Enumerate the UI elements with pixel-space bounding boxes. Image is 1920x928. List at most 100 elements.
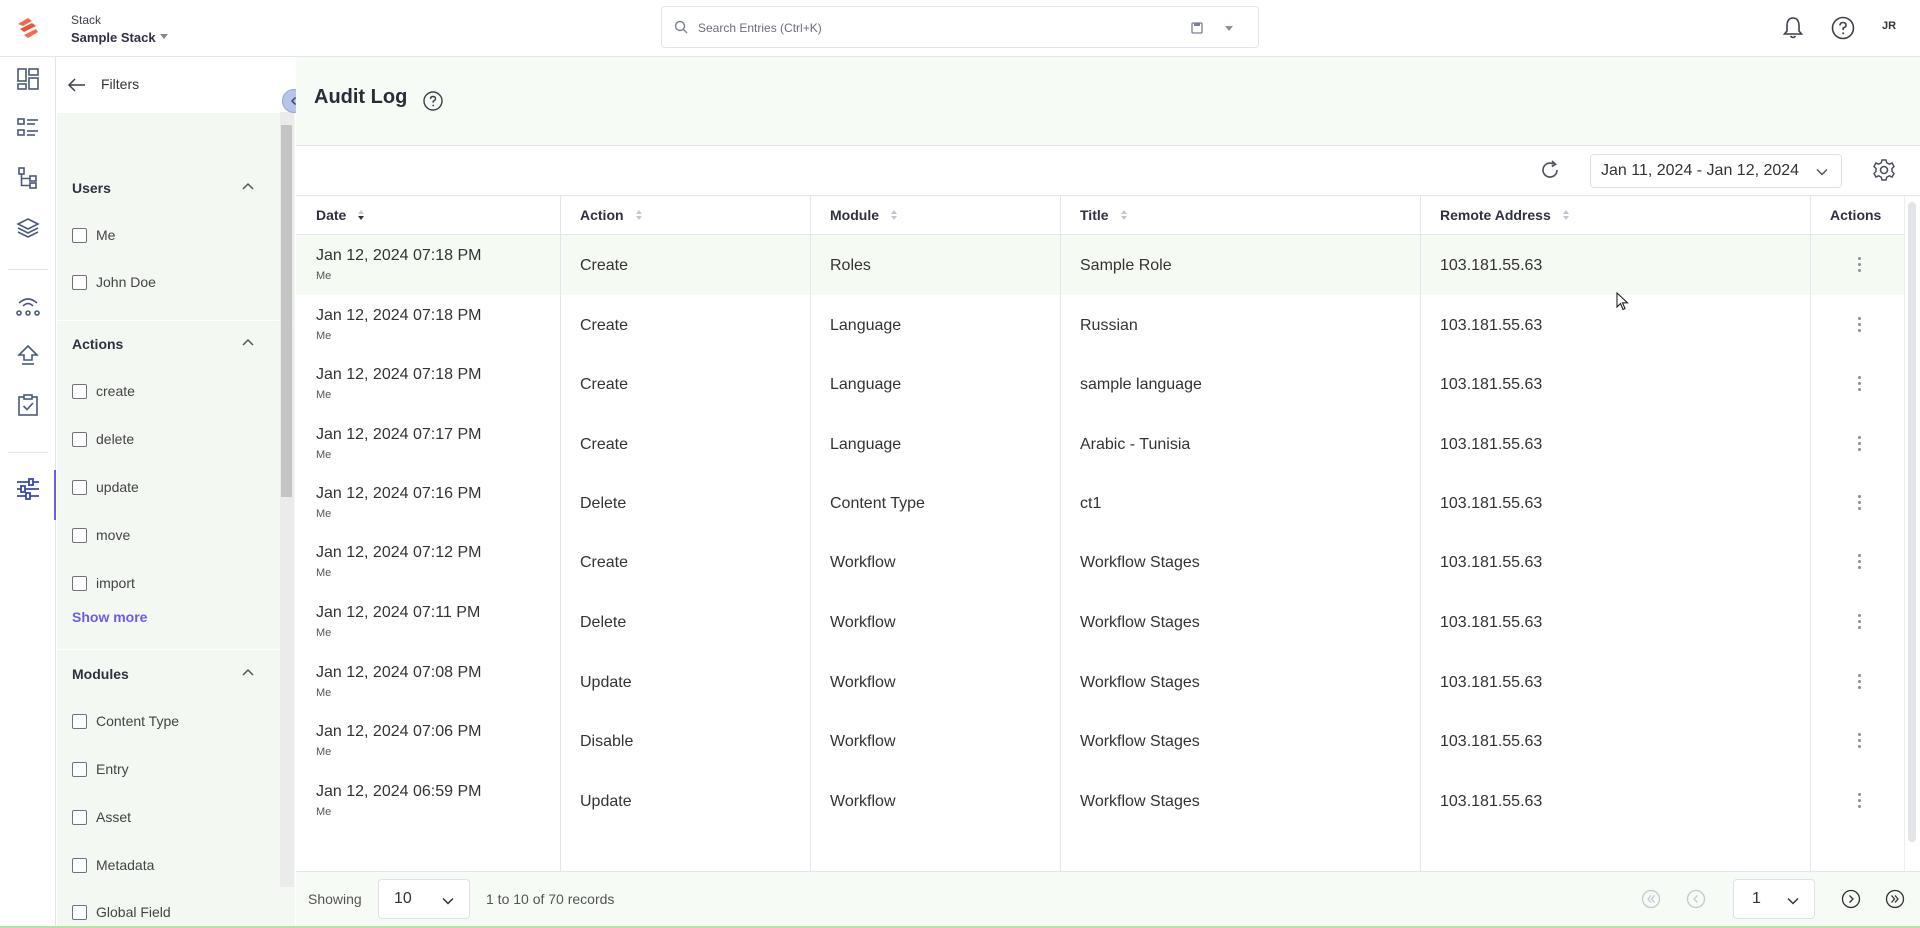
- gear-icon[interactable]: [1871, 157, 1897, 188]
- filter-action-move[interactable]: move: [72, 526, 130, 544]
- table-row[interactable]: Jan 12, 2024 07:08 PM Me Update Workflow Wor…: [296, 652, 1910, 712]
- sort-descending-icon[interactable]: [358, 210, 365, 220]
- cell-remote-address: 103.181.55.63: [1440, 554, 1543, 571]
- filter-action-create[interactable]: create: [72, 382, 135, 400]
- sort-icon[interactable]: [1120, 210, 1127, 220]
- stack-switcher[interactable]: Sample Stack: [71, 30, 156, 45]
- first-page-icon[interactable]: [1640, 888, 1662, 910]
- column-header-module[interactable]: Module: [810, 196, 1060, 235]
- row-actions-kebab-icon[interactable]: [1858, 436, 1862, 451]
- cell-remote-address: 103.181.55.63: [1440, 614, 1543, 631]
- filter-module-metadata[interactable]: Metadata: [72, 856, 154, 874]
- row-actions-kebab-icon[interactable]: [1858, 257, 1862, 272]
- filter-action-import[interactable]: import: [72, 574, 135, 592]
- filter-module-global-field[interactable]: Global Field: [72, 903, 171, 921]
- checkbox[interactable]: [72, 227, 87, 243]
- tasks-icon[interactable]: [14, 391, 42, 419]
- row-actions-kebab-icon[interactable]: [1858, 317, 1862, 332]
- filter-user-john-doe[interactable]: John Doe: [72, 273, 156, 291]
- table-row[interactable]: Jan 12, 2024 07:18 PM Me Create Roles Sample…: [296, 235, 1910, 295]
- back-arrow-icon[interactable]: [67, 75, 87, 100]
- filter-item-label: Asset: [96, 809, 132, 825]
- sort-icon[interactable]: [891, 210, 897, 220]
- row-actions-kebab-icon[interactable]: [1858, 554, 1862, 569]
- checkbox[interactable]: [72, 383, 87, 399]
- show-more-link[interactable]: Show more: [72, 609, 147, 625]
- table-row[interactable]: Jan 12, 2024 07:18 PM Me Create Language Rus…: [296, 295, 1910, 355]
- sort-icon[interactable]: [635, 210, 642, 220]
- chevron-up-icon[interactable]: [241, 179, 255, 198]
- search-input[interactable]: [698, 18, 1178, 38]
- chevron-up-icon[interactable]: [241, 335, 255, 354]
- table-row[interactable]: Jan 12, 2024 07:17 PM Me Create Language Ara…: [296, 414, 1910, 474]
- deploy-icon[interactable]: [14, 342, 42, 370]
- checkbox[interactable]: [72, 904, 87, 920]
- table-row[interactable]: Jan 12, 2024 07:11 PM Me Delete Workflow Wor…: [296, 592, 1910, 652]
- column-header-remote-address[interactable]: Remote Address: [1420, 196, 1810, 235]
- row-actions-kebab-icon[interactable]: [1858, 674, 1862, 689]
- global-search[interactable]: [661, 6, 1259, 48]
- row-actions-kebab-icon[interactable]: [1858, 614, 1862, 629]
- filter-module-asset[interactable]: Asset: [72, 808, 131, 826]
- cell-module: Workflow: [830, 793, 896, 810]
- date-range-picker[interactable]: Jan 11, 2024 - Jan 12, 2024: [1590, 154, 1842, 188]
- previous-page-icon[interactable]: [1685, 888, 1707, 910]
- next-page-icon[interactable]: [1840, 888, 1862, 910]
- refresh-icon[interactable]: [1538, 158, 1562, 187]
- chevron-up-icon[interactable]: [241, 665, 255, 684]
- column-header-title[interactable]: Title: [1060, 196, 1420, 235]
- row-actions-kebab-icon[interactable]: [1858, 793, 1862, 808]
- dashboard-icon[interactable]: [14, 65, 42, 93]
- checkbox[interactable]: [72, 761, 87, 777]
- filters-scrollbar-thumb[interactable]: [281, 125, 292, 497]
- cell-date: Jan 12, 2024 07:18 PM: [316, 366, 482, 383]
- app-logo-icon[interactable]: [14, 15, 42, 41]
- search-options-chevron-icon[interactable]: [1225, 26, 1233, 31]
- page-size-select[interactable]: 10: [378, 879, 470, 919]
- checkbox[interactable]: [72, 857, 87, 873]
- table-row[interactable]: Jan 12, 2024 07:06 PM Me Disable Workflow Wo…: [296, 711, 1910, 771]
- checkbox[interactable]: [72, 713, 87, 729]
- checkbox[interactable]: [72, 479, 87, 495]
- row-actions-kebab-icon[interactable]: [1858, 733, 1862, 748]
- filter-module-content-type[interactable]: Content Type: [72, 712, 179, 730]
- checkbox[interactable]: [72, 274, 87, 290]
- page-number-select[interactable]: 1: [1733, 879, 1815, 919]
- table-row[interactable]: Jan 12, 2024 07:16 PM Me Delete Content Typ…: [296, 473, 1910, 533]
- table-scrollbar-thumb[interactable]: [1908, 202, 1916, 842]
- assets-layers-icon[interactable]: [14, 214, 42, 242]
- filter-module-entry[interactable]: Entry: [72, 760, 129, 778]
- checkbox[interactable]: [72, 431, 87, 447]
- last-page-icon[interactable]: [1884, 888, 1906, 910]
- row-actions-kebab-icon[interactable]: [1858, 376, 1862, 391]
- column-header-action[interactable]: Action: [560, 196, 810, 235]
- releases-icon[interactable]: [14, 292, 42, 320]
- user-avatar[interactable]: JR: [1882, 20, 1896, 32]
- help-icon[interactable]: [422, 90, 444, 117]
- cell-remote-address: 103.181.55.63: [1440, 376, 1543, 393]
- stack-label: Stack: [71, 13, 102, 27]
- column-divider: [560, 196, 561, 872]
- help-icon[interactable]: [1830, 15, 1856, 46]
- filter-user-me[interactable]: Me: [72, 226, 115, 244]
- table-row[interactable]: Jan 12, 2024 07:12 PM Me Create Workflow Wor…: [296, 532, 1910, 592]
- table-row[interactable]: Jan 12, 2024 06:59 PM Me Update Workflow Wor…: [296, 771, 1910, 831]
- page-size-value: 10: [394, 890, 412, 907]
- column-header-date[interactable]: Date: [296, 196, 560, 235]
- chevron-down-icon[interactable]: [160, 34, 168, 39]
- notifications-bell-icon[interactable]: [1780, 15, 1806, 46]
- sort-icon[interactable]: [1562, 210, 1569, 220]
- row-actions-kebab-icon[interactable]: [1858, 495, 1862, 510]
- entries-list-icon[interactable]: [14, 114, 42, 142]
- saved-search-icon[interactable]: [1190, 21, 1204, 40]
- content-models-icon[interactable]: [14, 164, 42, 192]
- filter-action-update[interactable]: update: [72, 478, 139, 496]
- table-row[interactable]: Jan 12, 2024 07:18 PM Me Create Language sam…: [296, 354, 1910, 414]
- checkbox[interactable]: [72, 575, 87, 591]
- cell-module: Workflow: [830, 674, 896, 691]
- checkbox[interactable]: [72, 527, 87, 543]
- filter-action-delete[interactable]: delete: [72, 430, 134, 448]
- settings-sliders-icon[interactable]: [14, 475, 42, 503]
- cell-module: Content Type: [830, 495, 925, 512]
- checkbox[interactable]: [72, 809, 87, 825]
